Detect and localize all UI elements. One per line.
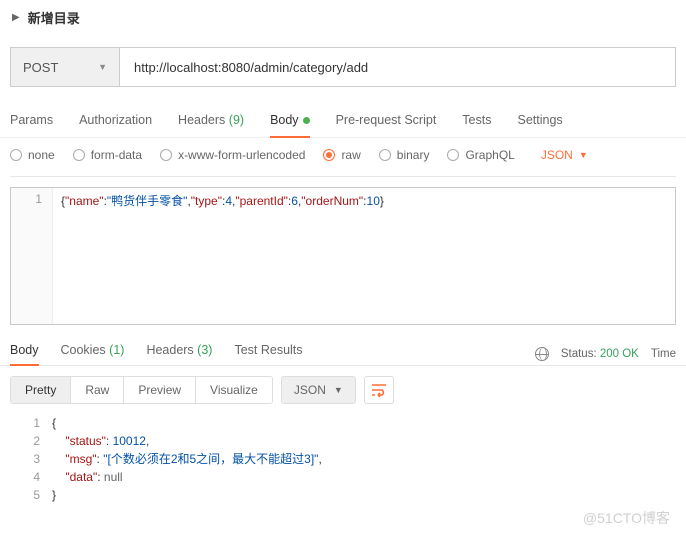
line-gutter: 1 <box>11 188 53 324</box>
resp-tab-headers[interactable]: Headers (3) <box>146 343 212 365</box>
globe-icon[interactable] <box>535 347 549 361</box>
chevron-down-icon: ▼ <box>334 385 343 395</box>
divider <box>10 176 676 177</box>
view-raw[interactable]: Raw <box>71 377 124 403</box>
method-dropdown[interactable]: POST ▼ <box>10 47 120 87</box>
resp-gutter: 1 2 3 4 5 <box>10 414 52 504</box>
radio-xwww[interactable]: x-www-form-urlencoded <box>160 148 305 162</box>
resp-tab-testresults[interactable]: Test Results <box>234 343 302 365</box>
resp-body-content[interactable]: { "status": 10012, "msg": "[个数必须在2和5之间，最… <box>52 414 322 504</box>
radio-graphql[interactable]: GraphQL <box>447 148 514 162</box>
request-body-editor[interactable]: 1 {"name":"鸭货伴手零食","type":4,"parentId":6… <box>10 187 676 325</box>
dot-icon <box>303 117 310 124</box>
method-label: POST <box>23 60 58 75</box>
watermark: @51CTO博客 <box>0 508 686 528</box>
tab-tests[interactable]: Tests <box>462 105 491 137</box>
wrap-lines-button[interactable] <box>364 376 394 404</box>
response-tabs: Body Cookies (1) Headers (3) Test Result… <box>0 325 686 366</box>
resp-tab-cookies[interactable]: Cookies (1) <box>61 343 125 365</box>
radio-raw[interactable]: raw <box>323 148 360 162</box>
resp-tab-body[interactable]: Body <box>10 343 39 365</box>
collapse-title: 新增目录 <box>28 8 80 27</box>
format-dropdown[interactable]: JSON▼ <box>281 376 356 404</box>
radio-none[interactable]: none <box>10 148 55 162</box>
raw-format-dropdown[interactable]: JSON▼ <box>541 148 588 162</box>
request-tabs: Params Authorization Headers (9) Body Pr… <box>0 105 686 138</box>
body-type-row: none form-data x-www-form-urlencoded raw… <box>0 138 686 176</box>
request-row: POST ▼ <box>0 35 686 105</box>
view-mode-group: Pretty Raw Preview Visualize <box>10 376 273 404</box>
tab-settings[interactable]: Settings <box>517 105 562 137</box>
url-input[interactable] <box>120 47 676 87</box>
collapse-header[interactable]: ▶ 新增目录 <box>0 0 686 35</box>
tab-authorization[interactable]: Authorization <box>79 105 152 137</box>
tab-body[interactable]: Body <box>270 105 310 137</box>
chevron-down-icon: ▼ <box>98 62 107 72</box>
chevron-down-icon: ▼ <box>579 150 588 160</box>
response-view-bar: Pretty Raw Preview Visualize JSON▼ <box>0 366 686 414</box>
radio-formdata[interactable]: form-data <box>73 148 142 162</box>
view-preview[interactable]: Preview <box>124 377 196 403</box>
response-body: 1 2 3 4 5 { "status": 10012, "msg": "[个数… <box>0 414 686 512</box>
view-pretty[interactable]: Pretty <box>11 377 71 403</box>
tab-headers[interactable]: Headers (9) <box>178 105 244 137</box>
tab-prerequest[interactable]: Pre-request Script <box>336 105 437 137</box>
code-content[interactable]: {"name":"鸭货伴手零食","type":4,"parentId":6,"… <box>53 188 392 324</box>
response-status: Status: 200 OK Time <box>535 347 676 361</box>
view-visualize[interactable]: Visualize <box>196 377 272 403</box>
caret-right-icon: ▶ <box>12 12 20 23</box>
tab-params[interactable]: Params <box>10 105 53 137</box>
radio-binary[interactable]: binary <box>379 148 430 162</box>
